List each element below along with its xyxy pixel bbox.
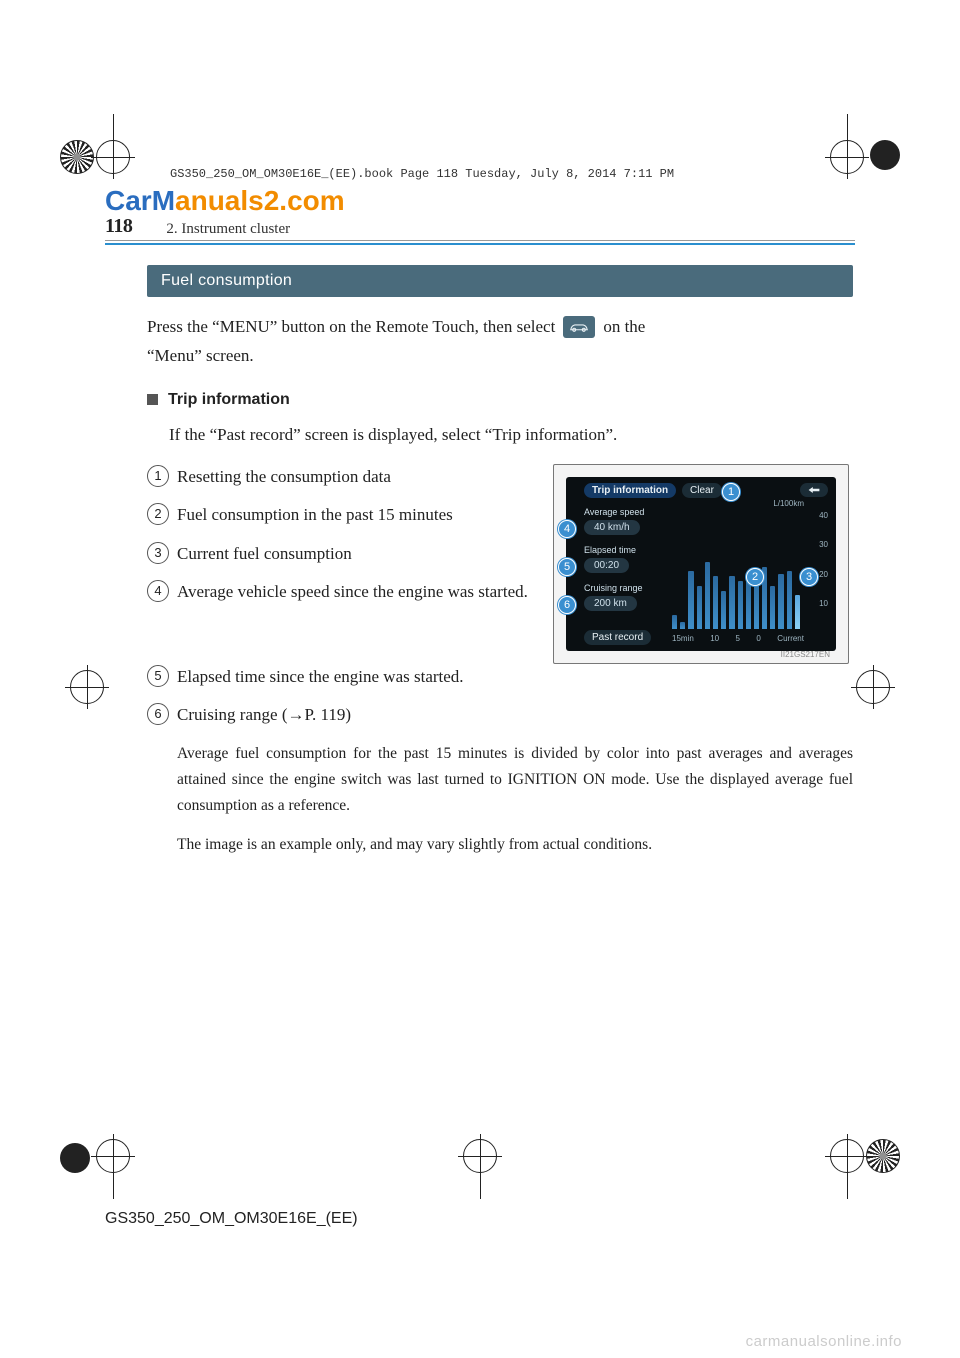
fig-cruising-value: 200 km bbox=[584, 596, 637, 611]
intro-line2: “Menu” screen. bbox=[147, 342, 853, 371]
fig-bar bbox=[738, 581, 743, 629]
fig-avg-speed-label: Average speed bbox=[584, 507, 644, 517]
fig-bar bbox=[729, 576, 734, 629]
list-text-6: Cruising range (→P. 119) bbox=[177, 702, 351, 728]
trip-info-figure: Trip information Clear Average speed 40 … bbox=[553, 464, 849, 664]
section-title: Fuel consumption bbox=[147, 265, 853, 297]
sub-heading-row: Trip information bbox=[147, 391, 853, 409]
fig-y-unit: L/100km bbox=[773, 499, 804, 508]
list-number-1: 1 bbox=[147, 465, 169, 487]
fig-bar bbox=[697, 586, 702, 629]
intro-paragraph: Press the “MENU” button on the Remote To… bbox=[147, 313, 853, 371]
fig-code: II21GS217EN bbox=[781, 650, 830, 659]
fig-elapsed-value: 00:20 bbox=[584, 558, 629, 573]
sub-body: If the “Past record” screen is displayed… bbox=[147, 421, 853, 448]
fig-bar bbox=[672, 615, 677, 629]
fig-past-record-button: Past record bbox=[584, 630, 651, 645]
fig-cruising-label: Cruising range bbox=[584, 583, 643, 593]
sub-heading: Trip information bbox=[168, 391, 290, 409]
page-content: 118 2. Instrument cluster Fuel consumpti… bbox=[105, 215, 855, 1228]
fig-bar bbox=[795, 595, 800, 629]
list-text-3: Current fuel consumption bbox=[177, 541, 352, 567]
intro-line1a: Press the “MENU” button on the Remote To… bbox=[147, 313, 555, 342]
list-number-2: 2 bbox=[147, 503, 169, 525]
fig-bar bbox=[787, 571, 792, 629]
fig-callout-1: 1 bbox=[722, 483, 740, 501]
list-number-4: 4 bbox=[147, 580, 169, 602]
note-1: Average fuel consumption for the past 15… bbox=[147, 741, 853, 820]
watermark-part2: anuals2.com bbox=[175, 185, 345, 216]
square-bullet-icon bbox=[147, 394, 158, 405]
fig-bars bbox=[672, 533, 800, 629]
breadcrumb: 2. Instrument cluster bbox=[166, 221, 290, 238]
list-text-4: Average vehicle speed since the engine w… bbox=[177, 579, 528, 605]
fig-bar bbox=[705, 562, 710, 629]
intro-line1b: on the bbox=[603, 313, 645, 342]
list-text-2: Fuel consumption in the past 15 minutes bbox=[177, 502, 453, 528]
fig-bar bbox=[746, 581, 751, 629]
watermark-part1: CarM bbox=[105, 185, 175, 216]
fig-callout-5: 5 bbox=[558, 558, 576, 576]
page-header: 118 2. Instrument cluster bbox=[105, 215, 855, 241]
fig-callout-3: 3 bbox=[800, 568, 818, 586]
doc-id-footer: GS350_250_OM_OM30E16E_(EE) bbox=[105, 1210, 358, 1228]
fig-bar bbox=[680, 622, 685, 629]
watermark-logo: CarManuals2.com bbox=[105, 185, 345, 217]
list-number-6: 6 bbox=[147, 703, 169, 725]
list-text-5: Elapsed time since the engine was starte… bbox=[177, 664, 464, 690]
fig-bar bbox=[778, 574, 783, 629]
fig-back-icon bbox=[800, 483, 828, 497]
fig-callout-2: 2 bbox=[746, 568, 764, 586]
fig-bar bbox=[713, 576, 718, 629]
fig-callout-4: 4 bbox=[558, 520, 576, 538]
fig-clear-button: Clear bbox=[682, 483, 722, 498]
header-rule bbox=[105, 243, 855, 245]
fig-callout-6: 6 bbox=[558, 596, 576, 614]
fig-bar bbox=[688, 571, 693, 629]
fig-x-axis: 15min 10 5 0 Current bbox=[672, 634, 804, 643]
fig-title: Trip information bbox=[584, 483, 676, 498]
note-2: The image is an example only, and may va… bbox=[147, 832, 853, 858]
list-text-1: Resetting the consumption data bbox=[177, 464, 391, 490]
car-icon bbox=[563, 316, 595, 338]
fig-bar bbox=[770, 586, 775, 629]
list-number-5: 5 bbox=[147, 665, 169, 687]
watermark-bottom: carmanualsonline.info bbox=[746, 1333, 902, 1350]
fig-elapsed-label: Elapsed time bbox=[584, 545, 636, 555]
fig-bar bbox=[721, 591, 726, 629]
fig-avg-speed-value: 40 km/h bbox=[584, 520, 640, 535]
list-number-3: 3 bbox=[147, 542, 169, 564]
print-meta: GS350_250_OM_OM30E16E_(EE).book Page 118… bbox=[170, 167, 674, 181]
page-number: 118 bbox=[105, 215, 132, 238]
